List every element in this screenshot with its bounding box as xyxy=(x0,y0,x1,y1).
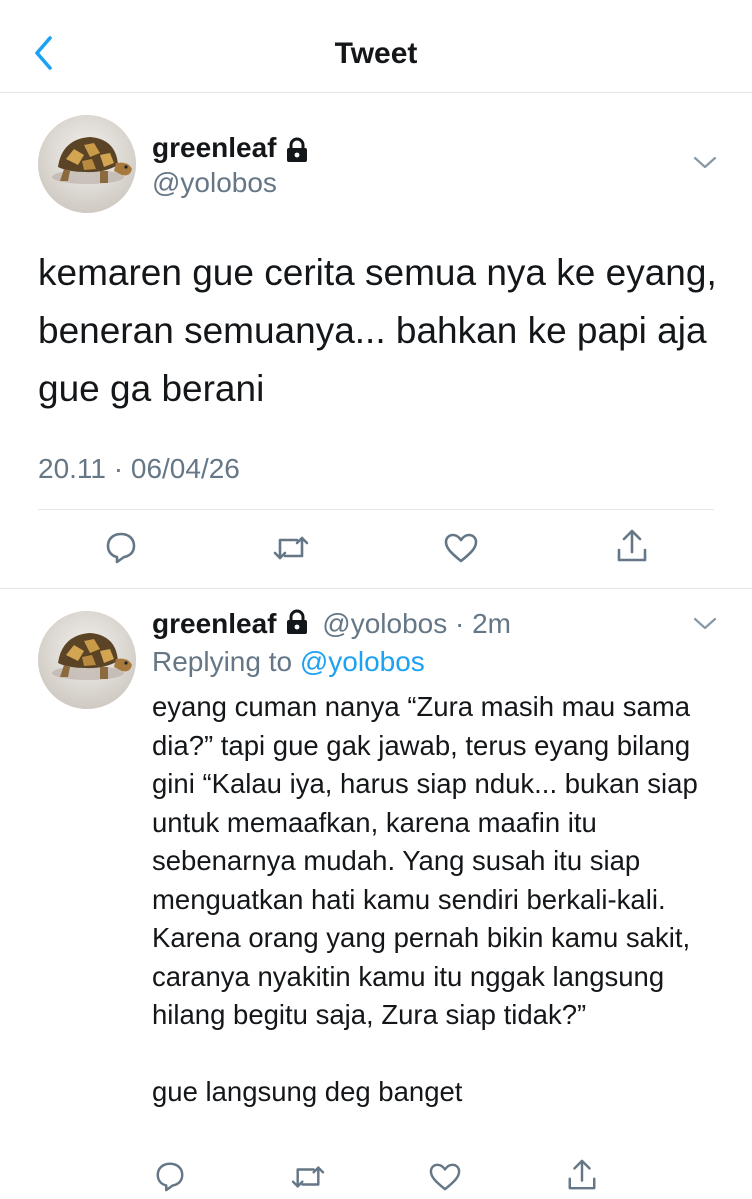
user-handle[interactable]: @yolobos xyxy=(152,167,277,199)
share-icon xyxy=(617,529,647,562)
reply-reply-button[interactable] xyxy=(154,1160,186,1197)
reply-time: 2m xyxy=(472,608,512,639)
reply-avatar[interactable] xyxy=(38,611,136,709)
lock-icon xyxy=(285,608,309,644)
retweet-icon xyxy=(291,1166,325,1188)
reply-like-button[interactable] xyxy=(428,1162,462,1197)
reply-author-row: greenleaf @yolobos · 2m xyxy=(152,606,511,644)
reply-display-name[interactable]: greenleaf xyxy=(152,608,277,639)
like-button[interactable] xyxy=(443,532,479,569)
like-icon xyxy=(429,1163,461,1191)
reply-button[interactable] xyxy=(104,530,138,569)
section-divider xyxy=(0,588,752,589)
retweet-icon xyxy=(273,536,309,560)
meta-separator: · xyxy=(455,608,465,639)
tweet-timestamp[interactable]: 20.11 · 06/04/26 xyxy=(38,452,240,486)
tweet-text: kemaren gue cerita semua nya ke eyang, b… xyxy=(38,252,717,409)
avatar[interactable] xyxy=(38,115,136,213)
tortoise-avatar-image xyxy=(38,611,136,709)
more-options-button[interactable] xyxy=(692,155,718,176)
replying-to-handle[interactable]: @yolobos xyxy=(300,646,425,677)
lock-icon xyxy=(285,137,309,168)
chevron-down-icon xyxy=(693,617,717,630)
share-icon xyxy=(568,1159,596,1190)
divider xyxy=(38,509,714,510)
reply-handle[interactable]: @yolobos xyxy=(322,608,447,639)
replying-to: Replying to @yolobos xyxy=(152,645,425,679)
reply-icon xyxy=(106,532,136,564)
nav-header: Tweet xyxy=(0,0,752,93)
reply-retweet-button[interactable] xyxy=(290,1162,326,1197)
reply-share-button[interactable] xyxy=(566,1158,598,1197)
replying-to-label: Replying to xyxy=(152,646,293,677)
display-name[interactable]: greenleaf xyxy=(152,132,277,163)
author-name-row: greenleaf xyxy=(152,132,309,168)
reply-more-options-button[interactable] xyxy=(692,616,718,637)
like-icon xyxy=(444,533,478,563)
tortoise-avatar-image xyxy=(38,115,136,213)
chevron-down-icon xyxy=(693,156,717,169)
reply-icon xyxy=(156,1162,184,1192)
reply-tweet-text: eyang cuman nanya “Zura masih mau sama d… xyxy=(152,691,698,1107)
retweet-button[interactable] xyxy=(272,532,310,569)
share-button[interactable] xyxy=(615,528,649,569)
page-title: Tweet xyxy=(334,37,418,70)
